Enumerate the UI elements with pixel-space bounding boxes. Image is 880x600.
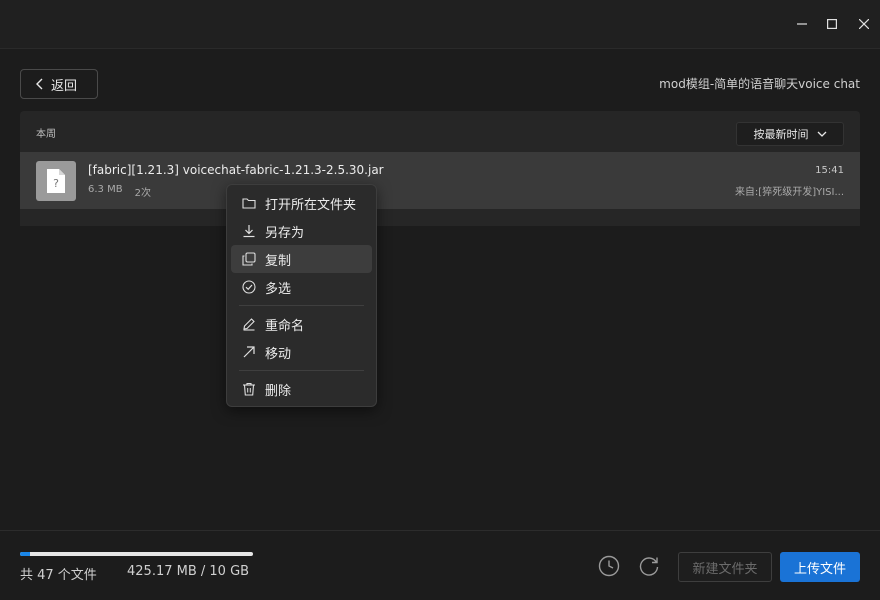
menu-item-label: 重命名 [265,318,305,334]
menu-separator [239,305,364,306]
menu-item-label: 打开所在文件夹 [265,197,357,213]
download-icon [241,223,257,239]
footer-bar: 共 47 个文件 425.17 MB / 10 GB 新建文件夹 上传文件 [0,530,880,600]
menu-item-label: 另存为 [265,225,305,241]
trash-icon [241,381,257,397]
copy-icon [241,251,257,267]
back-button[interactable]: 返回 [20,69,98,99]
menu-item-label: 多选 [265,281,292,297]
pencil-icon [241,316,257,332]
file-time: 15:41 [815,165,844,176]
menu-item-open-folder[interactable]: 打开所在文件夹 [231,189,372,217]
check-circle-icon [241,279,257,295]
svg-text:?: ? [53,177,59,190]
file-size: 6.3 MB [88,184,123,195]
folder-icon [241,195,257,211]
maximize-button[interactable] [820,12,844,36]
menu-item-copy[interactable]: 复制 [231,245,372,273]
sort-label: 按最新时间 [753,128,809,141]
chevron-down-icon [817,131,826,137]
storage-progress-bar [20,552,253,556]
arrow-up-right-icon [241,344,257,360]
storage-progress-fill [20,552,30,556]
file-count: 共 47 个文件 [20,568,97,583]
group-label: 本周 [36,129,56,140]
storage-usage: 425.17 MB / 10 GB [127,564,250,579]
close-icon [859,19,869,29]
file-list: 本周 按最新时间 ? [fabric][1.21.3] voicechat-fa… [20,111,860,225]
history-button[interactable] [598,555,620,577]
menu-item-rename[interactable]: 重命名 [231,310,372,338]
menu-item-delete[interactable]: 删除 [231,375,372,403]
close-button[interactable] [852,12,876,36]
chevron-left-icon [36,78,43,90]
title-bar [0,0,880,48]
clock-icon [598,555,620,577]
unknown-file-icon: ? [36,161,76,201]
list-footer-strip [20,209,860,226]
maximize-icon [827,19,837,29]
file-name: [fabric][1.21.3] voicechat-fabric-1.21.3… [88,163,384,177]
sort-dropdown[interactable]: 按最新时间 [736,122,844,146]
list-item[interactable]: ? [fabric][1.21.3] voicechat-fabric-1.21… [20,152,860,209]
page-title: mod模组-简单的语音聊天voice chat [659,77,860,91]
menu-item-label: 移动 [265,346,292,362]
file-meta: 6.3 MB 2次 [88,184,151,199]
main-area: 返回 mod模组-简单的语音聊天voice chat 本周 按最新时间 ? [f… [0,48,880,600]
menu-item-move[interactable]: 移动 [231,338,372,366]
file-download-count: 2次 [134,188,151,199]
menu-item-multiselect[interactable]: 多选 [231,273,372,301]
new-folder-button[interactable]: 新建文件夹 [678,552,772,582]
context-menu: 打开所在文件夹 另存为 复制 多选 重命名 移动 删除 [226,184,377,407]
refresh-icon [639,557,659,576]
refresh-button[interactable] [638,555,660,577]
upload-file-button[interactable]: 上传文件 [780,552,860,582]
file-source: 来自:[猝死级开发]YISI... [734,187,844,198]
menu-separator [239,370,364,371]
menu-item-label: 复制 [265,253,292,269]
menu-item-save-as[interactable]: 另存为 [231,217,372,245]
minimize-button[interactable] [790,12,814,36]
minimize-icon [797,23,807,25]
back-label: 返回 [51,78,78,94]
menu-item-label: 删除 [265,383,292,399]
